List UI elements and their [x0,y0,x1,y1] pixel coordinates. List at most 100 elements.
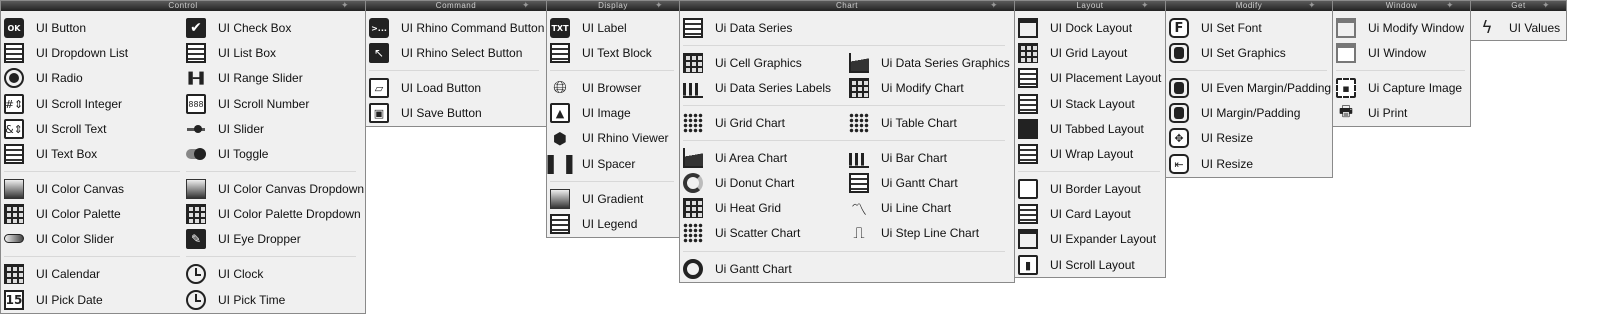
modify-window-icon [1336,18,1356,38]
item-label: Ui Print [1368,106,1408,120]
pin-icon[interactable]: ✦ [341,0,349,10]
ui-line-chart-item[interactable]: 〽 Ui Line Chart [849,197,951,219]
ui-range-slider-item[interactable]: ▐━▌ UI Range Slider [184,67,302,89]
ui-spacer-item[interactable]: ▌▐ UI Spacer [547,153,636,175]
ui-area-chart-item[interactable]: Ui Area Chart [683,147,787,169]
ui-cell-graphics-item[interactable]: Ui Cell Graphics [683,52,802,74]
spacer-icon: ▌▐ [547,154,573,174]
ui-resize-item-2[interactable]: ⇤ UI Resize [1169,153,1253,175]
ui-set-graphics-item[interactable]: UI Set Graphics [1169,42,1286,64]
ui-data-series-item[interactable]: Ui Data Series [683,17,792,39]
ui-resize-item[interactable]: ✥ UI Resize [1169,127,1253,149]
ui-dropdown-list-item[interactable]: UI Dropdown List [4,42,128,64]
ui-color-slider-item[interactable]: UI Color Slider [4,228,114,250]
ui-pick-time-item[interactable]: UI Pick Time [186,289,285,311]
ui-scroll-layout-item[interactable]: ▮ UI Scroll Layout [1018,254,1135,276]
ui-button-item[interactable]: OK UI Button [4,17,86,39]
item-label: UI Label [582,21,627,35]
donut-chart-icon [683,173,703,193]
ui-donut-chart-item[interactable]: Ui Donut Chart [683,172,794,194]
ui-label-item[interactable]: TXT UI Label [550,17,627,39]
ui-scroll-number-item[interactable]: 888 UI Scroll Number [186,93,309,115]
ui-scatter-chart-item[interactable]: Ui Scatter Chart [683,222,800,244]
ui-text-block-item[interactable]: UI Text Block [550,42,652,64]
ui-radio-item[interactable]: UI Radio [4,67,83,89]
ui-margin-padding-item[interactable]: UI Margin/Padding [1169,102,1300,124]
ui-heat-grid-item[interactable]: Ui Heat Grid [683,197,781,219]
ui-image-item[interactable]: ▲ UI Image [550,102,631,124]
ui-modify-chart-item[interactable]: Ui Modify Chart [849,77,964,99]
pin-icon[interactable]: ✦ [1446,0,1454,10]
modify-chart-icon [849,78,869,98]
gantt-bars-icon [849,173,869,193]
line-chart-icon: 〽 [850,200,867,219]
ui-rhino-select-button-item[interactable]: ↖ UI Rhino Select Button [369,42,522,64]
item-label: UI Set Font [1201,21,1262,35]
ui-color-palette-dropdown-item[interactable]: UI Color Palette Dropdown [186,203,361,225]
ui-pick-date-item[interactable]: 15 UI Pick Date [4,289,103,311]
item-label: UI Pick Time [218,293,286,307]
ui-color-canvas-dropdown-item[interactable]: UI Color Canvas Dropdown [186,178,364,200]
ui-border-layout-item[interactable]: UI Border Layout [1018,178,1141,200]
ui-slider-item[interactable]: UI Slider [186,118,264,140]
ui-check-box-item[interactable]: ✔ UI Check Box [186,17,291,39]
ui-toggle-item[interactable]: UI Toggle [186,143,268,165]
pin-icon[interactable]: ✦ [1542,0,1550,10]
item-label: UI List Box [218,46,277,60]
pin-icon[interactable]: ✦ [990,0,998,10]
ui-eye-dropper-item[interactable]: ✎ UI Eye Dropper [186,228,301,250]
ui-clock-item[interactable]: UI Clock [186,263,263,285]
item-label: Ui Cell Graphics [715,56,802,70]
ui-save-button-item[interactable]: ▣ UI Save Button [369,102,482,124]
ui-scroll-text-item[interactable]: &⇕ UI Scroll Text [4,118,106,140]
ui-color-palette-item[interactable]: UI Color Palette [4,203,121,225]
item-label: Ui Gantt Chart [881,176,958,190]
ui-even-margin-padding-item[interactable]: UI Even Margin/Padding [1169,77,1331,99]
ui-calendar-item[interactable]: UI Calendar [4,263,100,285]
item-label: UI Radio [36,71,83,85]
step-line-chart-icon: ⎍ [853,223,865,242]
ui-load-button-item[interactable]: ▱ UI Load Button [369,77,481,99]
ui-step-line-chart-item[interactable]: ⎍ Ui Step Line Chart [849,222,979,244]
text-label-icon: TXT [550,18,570,38]
item-label: UI Calendar [36,267,101,281]
item-label: UI Color Canvas Dropdown [218,182,365,196]
ui-grid-chart-item[interactable]: Ui Grid Chart [683,112,785,134]
item-label: UI Margin/Padding [1201,106,1301,120]
pin-icon[interactable]: ✦ [522,0,530,10]
ui-modify-window-item[interactable]: Ui Modify Window [1336,17,1464,39]
ui-rhino-viewer-item[interactable]: ⬢ UI Rhino Viewer [550,127,668,149]
ui-set-font-item[interactable]: F UI Set Font [1169,17,1262,39]
ui-data-series-graphics-item[interactable]: Ui Data Series Graphics [849,52,1010,74]
ui-list-box-item[interactable]: UI List Box [186,42,276,64]
pin-icon[interactable]: ✦ [1308,0,1316,10]
ui-values-item[interactable]: ϟ UI Values [1477,17,1560,39]
ui-print-item[interactable]: 🖶 Ui Print [1336,102,1407,124]
item-label: UI Legend [582,217,638,231]
ui-table-chart-item[interactable]: Ui Table Chart [849,112,957,134]
panel-title-display: Display ✦ [547,0,679,11]
ui-gantt-chart-item[interactable]: Ui Gantt Chart [849,172,958,194]
ui-legend-item[interactable]: UI Legend [550,213,637,235]
ui-grid-layout-item[interactable]: UI Grid Layout [1018,42,1127,64]
ui-gantt-chart-bottom-item[interactable]: Ui Gantt Chart [683,258,792,280]
ui-gradient-item[interactable]: UI Gradient [550,188,643,210]
ui-stack-layout-item[interactable]: UI Stack Layout [1018,93,1135,115]
ui-color-canvas-item[interactable]: UI Color Canvas [4,178,124,200]
ui-capture-image-item[interactable]: ▪ Ui Capture Image [1336,77,1462,99]
ui-placement-layout-item[interactable]: UI Placement Layout [1018,67,1161,89]
ui-expander-layout-item[interactable]: UI Expander Layout [1018,228,1156,250]
ui-browser-item[interactable]: 🌐︎ UI Browser [550,77,641,99]
ui-window-item[interactable]: UI Window [1336,42,1426,64]
ui-data-series-labels-item[interactable]: Ui Data Series Labels [683,77,831,99]
ui-scroll-integer-item[interactable]: #⇕ UI Scroll Integer [4,93,122,115]
pin-icon[interactable]: ✦ [655,0,663,10]
ui-text-box-item[interactable]: UI Text Box [4,143,97,165]
ui-bar-chart-item[interactable]: Ui Bar Chart [849,147,947,169]
ui-tabbed-layout-item[interactable]: UI Tabbed Layout [1018,118,1144,140]
pin-icon[interactable]: ✦ [1141,0,1149,10]
ui-wrap-layout-item[interactable]: UI Wrap Layout [1018,143,1133,165]
ui-dock-layout-item[interactable]: UI Dock Layout [1018,17,1132,39]
ui-rhino-command-button-item[interactable]: >... UI Rhino Command Button [369,17,544,39]
ui-card-layout-item[interactable]: UI Card Layout [1018,203,1131,225]
